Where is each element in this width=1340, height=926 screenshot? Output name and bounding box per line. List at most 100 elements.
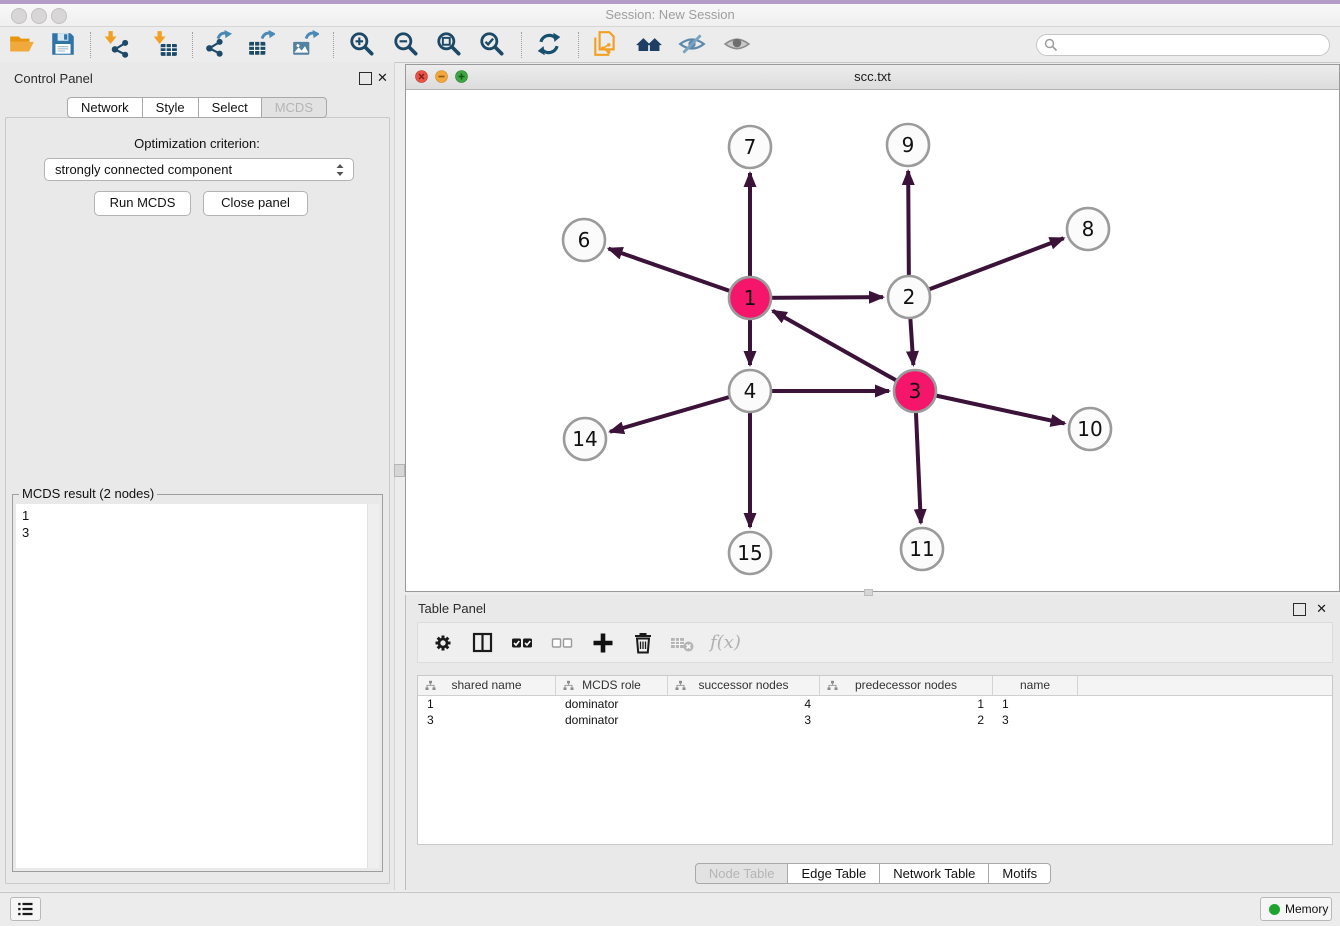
table-cell[interactable]: 3 bbox=[418, 712, 556, 728]
export-image-icon[interactable] bbox=[291, 30, 319, 58]
graph-node-7[interactable]: 7 bbox=[729, 126, 771, 168]
svg-text:6: 6 bbox=[578, 228, 591, 252]
zoom-selected-icon[interactable] bbox=[478, 30, 506, 58]
deselect-all-icon[interactable] bbox=[550, 630, 576, 656]
delete-icon[interactable] bbox=[630, 630, 656, 656]
tab-network-table[interactable]: Network Table bbox=[880, 863, 989, 884]
column-header-MCDS-role[interactable]: MCDS role bbox=[556, 676, 668, 695]
graph-node-1[interactable]: 1 bbox=[729, 277, 771, 319]
tab-edge-table[interactable]: Edge Table bbox=[788, 863, 880, 884]
svg-text:4: 4 bbox=[744, 379, 757, 403]
svg-text:11: 11 bbox=[909, 537, 934, 561]
table-row[interactable]: 3dominator323 bbox=[418, 712, 1332, 728]
open-file-icon[interactable] bbox=[8, 30, 36, 58]
graph-edge-3-1[interactable] bbox=[773, 311, 915, 391]
column-header-predecessor-nodes[interactable]: predecessor nodes bbox=[820, 676, 993, 695]
column-header-name[interactable]: name bbox=[993, 676, 1078, 695]
tab-network[interactable]: Network bbox=[67, 97, 143, 118]
table-cell[interactable]: 4 bbox=[668, 696, 820, 712]
graph-node-9[interactable]: 9 bbox=[887, 124, 929, 166]
table-cell[interactable]: 3 bbox=[993, 712, 1078, 728]
delete-table-icon bbox=[670, 630, 696, 656]
graph-node-2[interactable]: 2 bbox=[888, 276, 930, 318]
node-table[interactable]: shared nameMCDS rolesuccessor nodesprede… bbox=[417, 675, 1333, 845]
zoom-fit-icon[interactable] bbox=[435, 30, 463, 58]
table-cell[interactable]: 3 bbox=[668, 712, 820, 728]
graph-node-4[interactable]: 4 bbox=[729, 370, 771, 412]
import-table-icon[interactable] bbox=[151, 30, 179, 58]
run-mcds-button[interactable]: Run MCDS bbox=[94, 191, 191, 216]
task-history-button[interactable] bbox=[10, 897, 41, 921]
svg-text:2: 2 bbox=[903, 285, 916, 309]
table-header-row: shared nameMCDS rolesuccessor nodesprede… bbox=[418, 676, 1332, 696]
criterion-select[interactable]: strongly connected component bbox=[44, 158, 354, 181]
control-panel: Control Panel ✕ NetworkStyleSelectMCDS O… bbox=[0, 62, 395, 890]
tab-mcds[interactable]: MCDS bbox=[262, 97, 327, 118]
save-session-icon[interactable] bbox=[49, 30, 77, 58]
memory-button[interactable]: Memory bbox=[1260, 897, 1332, 921]
graph-node-10[interactable]: 10 bbox=[1069, 408, 1111, 450]
graph-node-11[interactable]: 11 bbox=[901, 528, 943, 570]
graph-node-15[interactable]: 15 bbox=[729, 532, 771, 574]
tab-motifs[interactable]: Motifs bbox=[989, 863, 1051, 884]
refresh-icon[interactable] bbox=[535, 30, 563, 58]
home-icon[interactable] bbox=[635, 30, 663, 58]
gear-icon[interactable] bbox=[430, 630, 456, 656]
add-column-icon[interactable] bbox=[590, 630, 616, 656]
network-frame-titlebar[interactable]: scc.txt bbox=[406, 65, 1339, 90]
svg-text:10: 10 bbox=[1077, 417, 1102, 441]
table-cell[interactable]: 1 bbox=[418, 696, 556, 712]
search-icon bbox=[1044, 38, 1058, 52]
clone-network-icon[interactable] bbox=[591, 30, 619, 58]
table-panel-float-icon[interactable] bbox=[1293, 603, 1306, 616]
control-panel-tabs: NetworkStyleSelectMCDS bbox=[0, 97, 394, 118]
tab-select[interactable]: Select bbox=[199, 97, 262, 118]
window-titlebar: Session: New Session bbox=[0, 4, 1340, 27]
close-panel-button[interactable]: Close panel bbox=[203, 191, 308, 216]
table-cell[interactable]: 1 bbox=[993, 696, 1078, 712]
table-toolbar: f(x) bbox=[417, 622, 1333, 663]
table-cell[interactable]: dominator bbox=[556, 712, 668, 728]
status-bar: Memory bbox=[0, 892, 1340, 926]
svg-text:1: 1 bbox=[744, 286, 757, 310]
graph-edge-2-8[interactable] bbox=[909, 238, 1064, 297]
show-details-icon[interactable] bbox=[723, 30, 751, 58]
tab-style[interactable]: Style bbox=[143, 97, 199, 118]
control-panel-close-icon[interactable]: ✕ bbox=[377, 71, 388, 84]
column-layout-icon[interactable] bbox=[470, 630, 496, 656]
network-view-frame: scc.txt 7 9 6 8 1 2 4 3 14 10 15 11 bbox=[405, 64, 1340, 592]
export-network-icon[interactable] bbox=[204, 30, 232, 58]
result-scrollbar[interactable] bbox=[367, 504, 379, 868]
hide-details-icon[interactable] bbox=[678, 30, 706, 58]
svg-text:8: 8 bbox=[1082, 217, 1095, 241]
tab-node-table[interactable]: Node Table bbox=[695, 863, 789, 884]
table-panel-close-icon[interactable]: ✕ bbox=[1316, 602, 1327, 615]
import-network-icon[interactable] bbox=[102, 30, 130, 58]
graph-edge-3-10[interactable] bbox=[915, 391, 1065, 423]
column-header-shared-name[interactable]: shared name bbox=[418, 676, 556, 695]
table-row[interactable]: 1dominator411 bbox=[418, 696, 1332, 712]
select-all-icon[interactable] bbox=[510, 630, 536, 656]
window-title: Session: New Session bbox=[0, 7, 1340, 22]
control-panel-float-icon[interactable] bbox=[359, 72, 372, 85]
table-cell[interactable]: dominator bbox=[556, 696, 668, 712]
mcds-result-list[interactable]: 13 bbox=[16, 504, 379, 868]
table-cell[interactable]: 1 bbox=[820, 696, 993, 712]
export-table-icon[interactable] bbox=[247, 30, 275, 58]
hierarchy-icon bbox=[827, 680, 838, 691]
network-frame-title: scc.txt bbox=[406, 69, 1339, 84]
mcds-result-title: MCDS result (2 nodes) bbox=[19, 486, 157, 501]
graph-node-14[interactable]: 14 bbox=[564, 418, 606, 460]
zoom-out-icon[interactable] bbox=[392, 30, 420, 58]
zoom-in-icon[interactable] bbox=[348, 30, 376, 58]
column-header-successor-nodes[interactable]: successor nodes bbox=[668, 676, 820, 695]
graph-node-8[interactable]: 8 bbox=[1067, 208, 1109, 250]
network-canvas[interactable]: 7 9 6 8 1 2 4 3 14 10 15 11 bbox=[406, 90, 1339, 591]
graph-node-6[interactable]: 6 bbox=[563, 219, 605, 261]
graph-edge-1-6[interactable] bbox=[609, 249, 750, 298]
horizontal-splitter-grip[interactable] bbox=[864, 589, 873, 596]
graph-node-3[interactable]: 3 bbox=[894, 370, 936, 412]
search-input[interactable] bbox=[1036, 34, 1330, 56]
table-cell[interactable]: 2 bbox=[820, 712, 993, 728]
vertical-splitter-grip[interactable] bbox=[394, 464, 405, 477]
